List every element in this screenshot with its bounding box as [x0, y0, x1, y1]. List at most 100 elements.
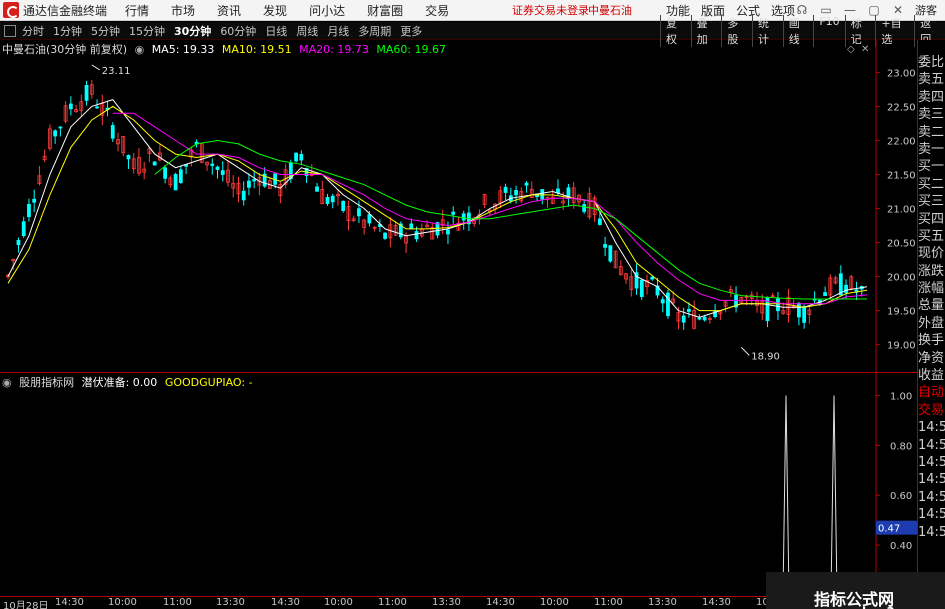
price-tick-label: 23.00	[887, 68, 916, 79]
close-chart-icon[interactable]: ✕	[861, 44, 869, 55]
price-chart-svg[interactable]: 23.00 22.50 22.00 21.50 21.00 20.50 20.00 19.50…	[0, 40, 917, 372]
legend-toggle-icon[interactable]: ◉	[135, 43, 145, 56]
candle-body	[503, 186, 508, 193]
menu-market[interactable]: 行情	[125, 2, 149, 19]
menu-markets[interactable]: 市场	[171, 2, 195, 19]
candle-body	[241, 190, 246, 201]
candle-body	[330, 195, 335, 203]
time-axis-label: 10月28日	[3, 601, 49, 609]
side-panel-item[interactable]: 14:56	[918, 419, 945, 436]
side-panel-item[interactable]: 净资	[918, 350, 945, 367]
candle-body	[409, 223, 414, 230]
candle-body	[702, 316, 707, 321]
ma20-label: MA20: 19.73	[299, 43, 369, 56]
side-panel-item[interactable]: 卖四	[918, 89, 945, 106]
side-panel-item[interactable]: 14:56	[918, 506, 945, 523]
side-panel-item[interactable]: 外盘	[918, 315, 945, 332]
period-60min[interactable]: 60分钟	[220, 23, 256, 39]
candle-body	[582, 204, 587, 212]
candle-body	[152, 161, 157, 166]
ma10-label: MA10: 19.51	[221, 43, 292, 56]
menu-news[interactable]: 资讯	[217, 2, 241, 19]
period-more[interactable]: 更多	[400, 23, 422, 39]
side-panel-item[interactable]: 交易	[918, 402, 945, 419]
candle-body	[446, 229, 450, 235]
price-tick-label: 20.50	[887, 239, 916, 250]
candle-body	[163, 167, 168, 179]
period-multi[interactable]: 多周期	[358, 23, 391, 39]
side-panel-item[interactable]: 14:56	[918, 454, 945, 471]
main-legend: 中曼石油(30分钟 前复权) ◉ MA5: 19.33 MA10: 19.51 …	[2, 41, 450, 57]
side-panel-item[interactable]: 14:56	[918, 471, 945, 488]
price-tick-label: 19.00	[887, 341, 916, 352]
side-panel-item[interactable]: 买三	[918, 193, 945, 210]
side-panel-item[interactable]: 涨跌	[918, 263, 945, 280]
period-15min[interactable]: 15分钟	[129, 23, 165, 39]
candle-body	[660, 299, 665, 304]
indicator-toggle-icon[interactable]: ◉	[2, 376, 12, 389]
time-axis-label: 14:30	[702, 597, 731, 608]
current-stock: 中曼石油	[588, 4, 632, 17]
candle-body	[173, 173, 178, 191]
side-panel-item[interactable]: 收益	[918, 367, 945, 384]
menu-discover[interactable]: 发现	[263, 2, 287, 19]
price-tick-label: 22.50	[887, 102, 916, 113]
candle-body	[299, 154, 304, 161]
menu-trade[interactable]: 交易	[425, 2, 449, 19]
period-month[interactable]: 月线	[327, 23, 349, 39]
menu-assistant[interactable]: 问小达	[309, 2, 345, 19]
period-5min[interactable]: 5分钟	[91, 23, 120, 39]
candle-body	[687, 308, 691, 312]
side-panel-item[interactable]: 14:56	[918, 437, 945, 454]
time-axis-label: 14:30	[486, 597, 515, 608]
time-axis-label: 13:30	[216, 597, 245, 608]
candle-body	[341, 200, 346, 211]
candle-body	[414, 231, 419, 240]
login-notice[interactable]: 证券交易未登录	[512, 2, 589, 18]
candle-body	[294, 152, 298, 162]
candle-body	[126, 155, 131, 160]
side-panel-item[interactable]: 自动	[918, 384, 945, 401]
main-price-chart[interactable]: 23.00 22.50 22.00 21.50 21.00 20.50 20.00 19.50…	[0, 40, 916, 372]
side-panel-item[interactable]: 14:56	[918, 524, 945, 541]
candle-body	[451, 211, 456, 215]
side-panel-item[interactable]: 买二	[918, 176, 945, 193]
indicator-name: 股朋指标网	[19, 376, 75, 389]
side-panel-item[interactable]: 总量	[918, 297, 945, 314]
period-timeshare[interactable]: 分时	[22, 23, 44, 39]
side-panel-item[interactable]: 现价	[918, 245, 945, 262]
candle-body	[524, 182, 529, 186]
side-panel-item[interactable]: 买四	[918, 211, 945, 228]
period-day[interactable]: 日线	[265, 23, 287, 39]
indicator-tick-label: 1.00	[890, 391, 912, 402]
high-annotation-line	[91, 64, 101, 71]
candle-body	[16, 239, 21, 246]
candle-body	[110, 125, 115, 139]
high-annotation: 23.11	[102, 66, 131, 77]
side-panel-item[interactable]: 委比	[918, 54, 945, 71]
time-axis-label: 10:00	[540, 597, 569, 608]
period-1min[interactable]: 1分钟	[53, 23, 82, 39]
side-panel-item[interactable]: 卖一	[918, 141, 945, 158]
side-panel-item[interactable]: 涨幅	[918, 280, 945, 297]
time-axis-label: 11:00	[594, 597, 623, 608]
side-panel-item[interactable]: 卖三	[918, 106, 945, 123]
candle-body	[776, 298, 780, 312]
indicator-chart[interactable]: 1.00 0.80 0.60 0.40 0.47 ◉ 股朋指标网 潜伏准备: 0.00 …	[0, 373, 917, 596]
side-panel-item[interactable]: 换手	[918, 332, 945, 349]
candle-body	[639, 279, 644, 298]
app-logo-icon	[3, 2, 19, 18]
period-30min[interactable]: 30分钟	[174, 23, 211, 39]
candle-body	[210, 163, 215, 166]
expand-icon[interactable]: ◇	[847, 44, 855, 55]
menu-wealth[interactable]: 财富圈	[367, 2, 403, 19]
side-panel-item[interactable]: 14:56	[918, 489, 945, 506]
side-panel-item[interactable]: 卖五	[918, 71, 945, 88]
panel-toggle-icon[interactable]	[4, 24, 16, 37]
side-panel-item[interactable]: 买一	[918, 158, 945, 175]
period-week[interactable]: 周线	[296, 23, 318, 39]
side-panel-item[interactable]: 卖二	[918, 124, 945, 141]
indicator-chart-svg[interactable]: 1.00 0.80 0.60 0.40 0.47	[0, 373, 917, 596]
indicator-tick-label: 0.40	[890, 541, 912, 552]
side-panel-item[interactable]: 买五	[918, 228, 945, 245]
